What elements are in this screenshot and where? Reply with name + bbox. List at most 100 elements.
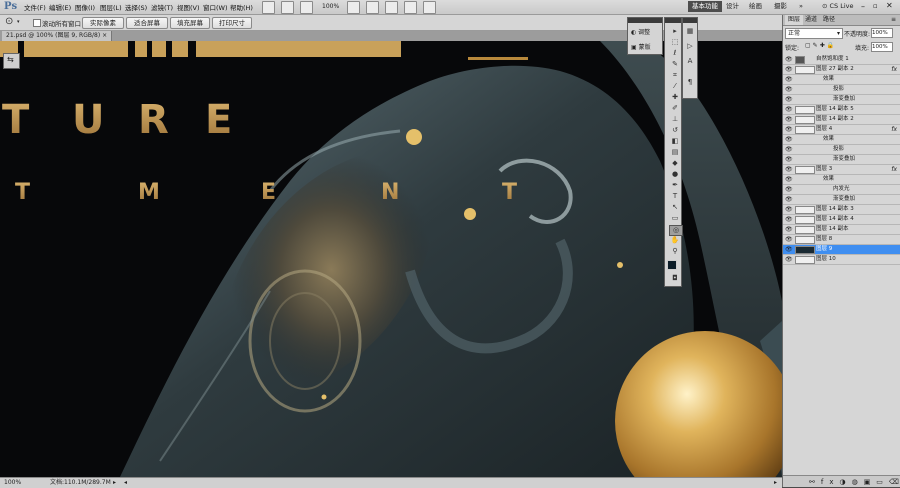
layer-fx-badge[interactable]: fx: [891, 65, 897, 74]
layer-effect-row[interactable]: 👁 内发光: [783, 185, 900, 195]
layer-row[interactable]: 👁 图层 14 副本 4: [783, 215, 900, 225]
layer-row[interactable]: 👁 图层 9: [783, 245, 900, 255]
visibility-eye-icon[interactable]: 👁: [785, 165, 793, 174]
move-tool-icon[interactable]: ▸: [669, 27, 681, 36]
minimize-icon[interactable]: –: [861, 2, 865, 11]
zoom-tool-icon[interactable]: ⚲: [669, 247, 681, 256]
visibility-eye-icon[interactable]: 👁: [785, 105, 793, 114]
paragraph-panel-icon[interactable]: ¶: [684, 78, 696, 87]
panel-drag-handle[interactable]: [665, 18, 681, 23]
guides-button[interactable]: [300, 1, 313, 14]
blend-mode-select[interactable]: 正常 ▾: [785, 28, 843, 39]
layer-row[interactable]: 👁 图层 14 副本 2: [783, 115, 900, 125]
blur-tool-icon[interactable]: ◆: [669, 159, 681, 168]
eyedropper-tool-icon[interactable]: ⁄: [669, 82, 681, 91]
menu-view[interactable]: 视图(V): [177, 2, 200, 12]
cs-live-button[interactable]: ⊙ CS Live: [818, 1, 858, 12]
fill-input[interactable]: 100%: [871, 42, 893, 52]
visibility-eye-icon[interactable]: 👁: [785, 65, 793, 74]
history-brush-tool-icon[interactable]: ↺: [669, 126, 681, 135]
menu-file[interactable]: 文件(F): [24, 2, 46, 12]
zoom-tool-button[interactable]: [366, 1, 379, 14]
quick-select-tool-icon[interactable]: ✎: [669, 60, 681, 69]
rotate-view-button[interactable]: [385, 1, 398, 14]
zoom-tool-icon[interactable]: ⊙: [5, 16, 13, 27]
lock-options-icons[interactable]: ▢✎✚🔒: [805, 42, 836, 49]
type-tool-icon[interactable]: T: [669, 192, 681, 201]
gradient-tool-icon[interactable]: ▤: [669, 148, 681, 157]
print-size-button[interactable]: 打印尺寸: [212, 17, 252, 29]
tab-layers[interactable]: 图层: [785, 15, 804, 25]
opacity-input[interactable]: 100%: [871, 28, 893, 38]
layer-row[interactable]: 👁 图层 14 副本: [783, 225, 900, 235]
history-panel-icon[interactable]: ▦: [684, 27, 696, 36]
layer-effect-row[interactable]: 👁 投影: [783, 85, 900, 95]
layer-effect-row[interactable]: 👁 投影: [783, 145, 900, 155]
visibility-eye-icon[interactable]: 👁: [785, 145, 793, 154]
restore-icon[interactable]: ▫: [873, 2, 878, 10]
adjustments-tab[interactable]: ◐ 调整: [631, 27, 650, 36]
healing-brush-tool-icon[interactable]: ✚: [669, 93, 681, 102]
tab-channels[interactable]: 通道: [805, 15, 817, 25]
visibility-eye-icon[interactable]: 👁: [785, 125, 793, 134]
tab-paths[interactable]: 路径: [823, 15, 835, 25]
layer-effect-row[interactable]: 👁 效果: [783, 175, 900, 185]
clone-stamp-tool-icon[interactable]: ⊥: [669, 115, 681, 124]
layer-row[interactable]: 👁 图层 8: [783, 235, 900, 245]
visibility-eye-icon[interactable]: 👁: [785, 195, 793, 204]
visibility-eye-icon[interactable]: 👁: [785, 175, 793, 184]
visibility-eye-icon[interactable]: 👁: [785, 245, 793, 254]
mini-bridge-button[interactable]: [281, 1, 294, 14]
tool-preset-chevron-icon[interactable]: ▾: [17, 19, 20, 25]
layer-effect-row[interactable]: 👁 渐变叠加: [783, 155, 900, 165]
fit-screen-button[interactable]: 适合屏幕: [126, 17, 168, 29]
workspace-painting[interactable]: 绘画: [745, 1, 766, 12]
quick-mask-icon[interactable]: ◘: [669, 274, 681, 283]
panel-menu-icon[interactable]: ≡: [891, 15, 896, 25]
layer-row[interactable]: 👁 图层 3 fx: [783, 165, 900, 175]
tool-options-collapsed-panel[interactable]: ⇆: [3, 53, 20, 69]
arrange-documents-button[interactable]: [404, 1, 417, 14]
layers-footer-buttons[interactable]: ⚯fx◑◍▣▭⌫: [783, 475, 900, 487]
brush-tool-icon[interactable]: ✐: [669, 104, 681, 113]
marquee-tool-icon[interactable]: ⬚: [669, 38, 681, 47]
visibility-eye-icon[interactable]: 👁: [785, 75, 793, 84]
visibility-eye-icon[interactable]: 👁: [785, 155, 793, 164]
scroll-all-windows-checkbox[interactable]: [33, 19, 41, 27]
layer-row[interactable]: 👁 图层 10: [783, 255, 900, 265]
layer-effect-row[interactable]: 👁 渐变叠加: [783, 195, 900, 205]
layer-row[interactable]: 👁 图层 4 fx: [783, 125, 900, 135]
lasso-tool-icon[interactable]: ℓ: [669, 49, 681, 58]
visibility-eye-icon[interactable]: 👁: [785, 235, 793, 244]
menu-filter[interactable]: 滤镜(T): [151, 2, 173, 12]
visibility-eye-icon[interactable]: 👁: [785, 135, 793, 144]
3d-rotate-tool-icon[interactable]: ◎: [669, 225, 683, 236]
panel-drag-handle[interactable]: [628, 18, 662, 23]
visibility-eye-icon[interactable]: 👁: [785, 215, 793, 224]
visibility-eye-icon[interactable]: 👁: [785, 205, 793, 214]
crop-tool-icon[interactable]: ⌗: [669, 71, 681, 80]
visibility-eye-icon[interactable]: 👁: [785, 85, 793, 94]
layer-effect-row[interactable]: 👁 效果: [783, 135, 900, 145]
menu-select[interactable]: 选择(S): [125, 2, 147, 12]
document-tab[interactable]: 21.psd @ 100% (图层 9, RGB/8) ×: [2, 31, 113, 41]
actions-panel-icon[interactable]: ▷: [684, 42, 696, 51]
shape-tool-icon[interactable]: ▭: [669, 214, 681, 223]
panel-drag-handle[interactable]: [683, 18, 697, 23]
menu-image[interactable]: 图像(I): [75, 2, 95, 12]
layer-effect-row[interactable]: 👁 效果: [783, 75, 900, 85]
layer-row[interactable]: 👁 图层 14 副本 3: [783, 205, 900, 215]
pen-tool-icon[interactable]: ✒: [669, 181, 681, 190]
masks-tab[interactable]: ▣ 蒙版: [631, 42, 651, 51]
workspace-design[interactable]: 设计: [722, 1, 743, 12]
workspace-more[interactable]: »: [795, 1, 807, 12]
eraser-tool-icon[interactable]: ◧: [669, 137, 681, 146]
actual-pixels-button[interactable]: 实际像素: [82, 17, 124, 29]
menu-help[interactable]: 帮助(H): [230, 2, 253, 12]
visibility-eye-icon[interactable]: 👁: [785, 55, 793, 64]
hand-tool-button[interactable]: [347, 1, 360, 14]
menu-window[interactable]: 窗口(W): [203, 2, 228, 12]
menu-edit[interactable]: 编辑(E): [49, 2, 71, 12]
visibility-eye-icon[interactable]: 👁: [785, 255, 793, 264]
dodge-tool-icon[interactable]: ●: [669, 170, 681, 179]
